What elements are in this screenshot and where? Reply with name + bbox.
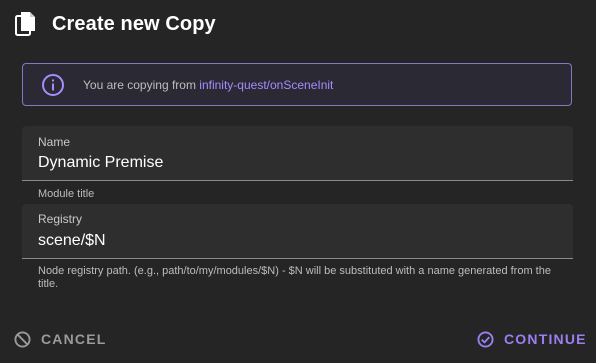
create-copy-dialog: Create new Copy You are copying from inf… (0, 0, 596, 363)
check-circle-icon (477, 330, 494, 348)
registry-field[interactable]: Registry scene/$N (22, 204, 573, 259)
alert-prefix: You are copying from (83, 77, 200, 92)
info-circle-icon (41, 73, 65, 97)
source-module-link[interactable]: infinity-quest/onSceneInit (199, 78, 333, 92)
continue-button[interactable]: CONTINUE (477, 326, 587, 352)
name-field[interactable]: Name Dynamic Premise (22, 126, 573, 181)
copy-source-alert: You are copying from infinity-quest/onSc… (22, 63, 572, 106)
dialog-title: Create new Copy (52, 12, 216, 35)
copy-document-icon (14, 11, 38, 37)
registry-field-label: Registry (38, 212, 83, 226)
name-field-label: Name (38, 135, 71, 149)
continue-button-label: CONTINUE (504, 331, 587, 347)
name-field-value[interactable]: Dynamic Premise (38, 154, 163, 172)
dialog-header: Create new Copy (14, 10, 216, 38)
cancel-circle-slash-icon (14, 330, 31, 348)
cancel-button-label: CANCEL (41, 331, 107, 347)
alert-message: You are copying from infinity-quest/onSc… (83, 78, 333, 92)
registry-field-value[interactable]: scene/$N (38, 232, 106, 250)
registry-field-helper: Node registry path. (e.g., path/to/my/mo… (38, 265, 551, 290)
cancel-button[interactable]: CANCEL (14, 326, 107, 352)
name-field-helper: Module title (38, 188, 95, 200)
